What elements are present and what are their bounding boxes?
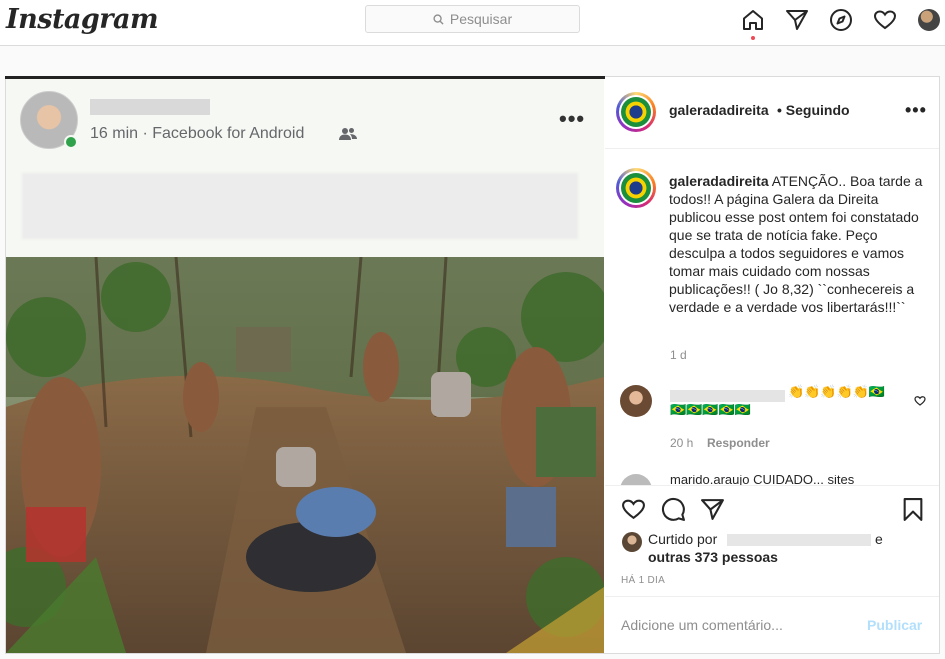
liked-by-username-redacted[interactable] — [727, 534, 871, 546]
liked-by-avatar[interactable] — [622, 532, 642, 552]
friends-icon — [339, 128, 357, 140]
post-age[interactable]: HÁ 1 DIA — [621, 575, 665, 586]
like-heart-icon[interactable] — [621, 497, 646, 522]
comment-bubble-icon[interactable] — [661, 497, 686, 522]
embedded-facebook-screenshot: 16 min · Facebook for Android ••• — [6, 79, 604, 257]
caption-timestamp[interactable]: 1 d — [670, 348, 687, 362]
comment-input[interactable]: Adicione um comentário... — [621, 617, 783, 633]
caption-username[interactable]: galeradadireita — [669, 173, 769, 189]
home-icon[interactable] — [741, 8, 765, 32]
more-icon: ••• — [559, 106, 586, 131]
save-bookmark-icon[interactable] — [902, 497, 924, 522]
search-placeholder: Pesquisar — [449, 11, 513, 27]
caption-author-avatar[interactable] — [621, 173, 651, 203]
liked-by-others-link[interactable]: outras 373 pessoas — [648, 549, 778, 565]
comment-timestamp[interactable]: 20 h — [670, 436, 693, 450]
post-author-username[interactable]: galeradadireita — [669, 102, 769, 118]
liked-by-prefix: Curtido por — [648, 531, 718, 547]
media-top-border — [5, 76, 605, 79]
direct-icon[interactable] — [785, 8, 809, 32]
comment2-text-partial: marido.araujo CUIDADO... sites — [670, 475, 855, 485]
caption-text: ATENÇÃO.. Boa tarde a todos!! A página G… — [669, 173, 923, 315]
reply-button[interactable]: Responder — [707, 436, 770, 450]
notification-dot — [751, 36, 755, 40]
instagram-logo[interactable]: Instagram — [6, 4, 159, 35]
fb-author-name-redacted — [90, 99, 210, 115]
profile-avatar[interactable] — [918, 9, 940, 31]
separator-dot: • — [777, 102, 782, 118]
follow-status[interactable]: • Seguindo — [777, 102, 850, 118]
comment-text-line2: 🇧🇷🇧🇷🇧🇷🇧🇷🇧🇷 — [670, 402, 751, 417]
comment-like-heart-icon[interactable] — [914, 395, 926, 407]
fb-post-meta: 16 min · Facebook for Android — [90, 125, 305, 142]
search-input[interactable]: Pesquisar — [365, 5, 580, 33]
fb-online-indicator — [64, 135, 78, 149]
commenter-username-redacted[interactable] — [670, 390, 785, 402]
jungle-photo — [6, 257, 604, 653]
explore-icon[interactable] — [829, 8, 853, 32]
more-options-icon[interactable]: ••• — [905, 100, 927, 121]
search-icon — [433, 13, 444, 25]
comment-text: 👏👏👏👏👏🇧🇷 — [788, 384, 886, 399]
share-direct-icon[interactable] — [700, 497, 725, 522]
post-media[interactable]: 16 min · Facebook for Android ••• — [6, 79, 604, 653]
publish-button[interactable]: Publicar — [867, 617, 922, 633]
commenter-avatar[interactable] — [620, 385, 652, 417]
author-avatar[interactable] — [621, 97, 651, 127]
activity-heart-icon[interactable] — [873, 8, 897, 32]
fb-post-text-redacted — [22, 173, 578, 239]
post-caption: galeradadireita ATENÇÃO.. Boa tarde a to… — [669, 172, 931, 316]
liked-by-conjunction: e — [875, 531, 883, 547]
following-label: Seguindo — [785, 102, 850, 118]
